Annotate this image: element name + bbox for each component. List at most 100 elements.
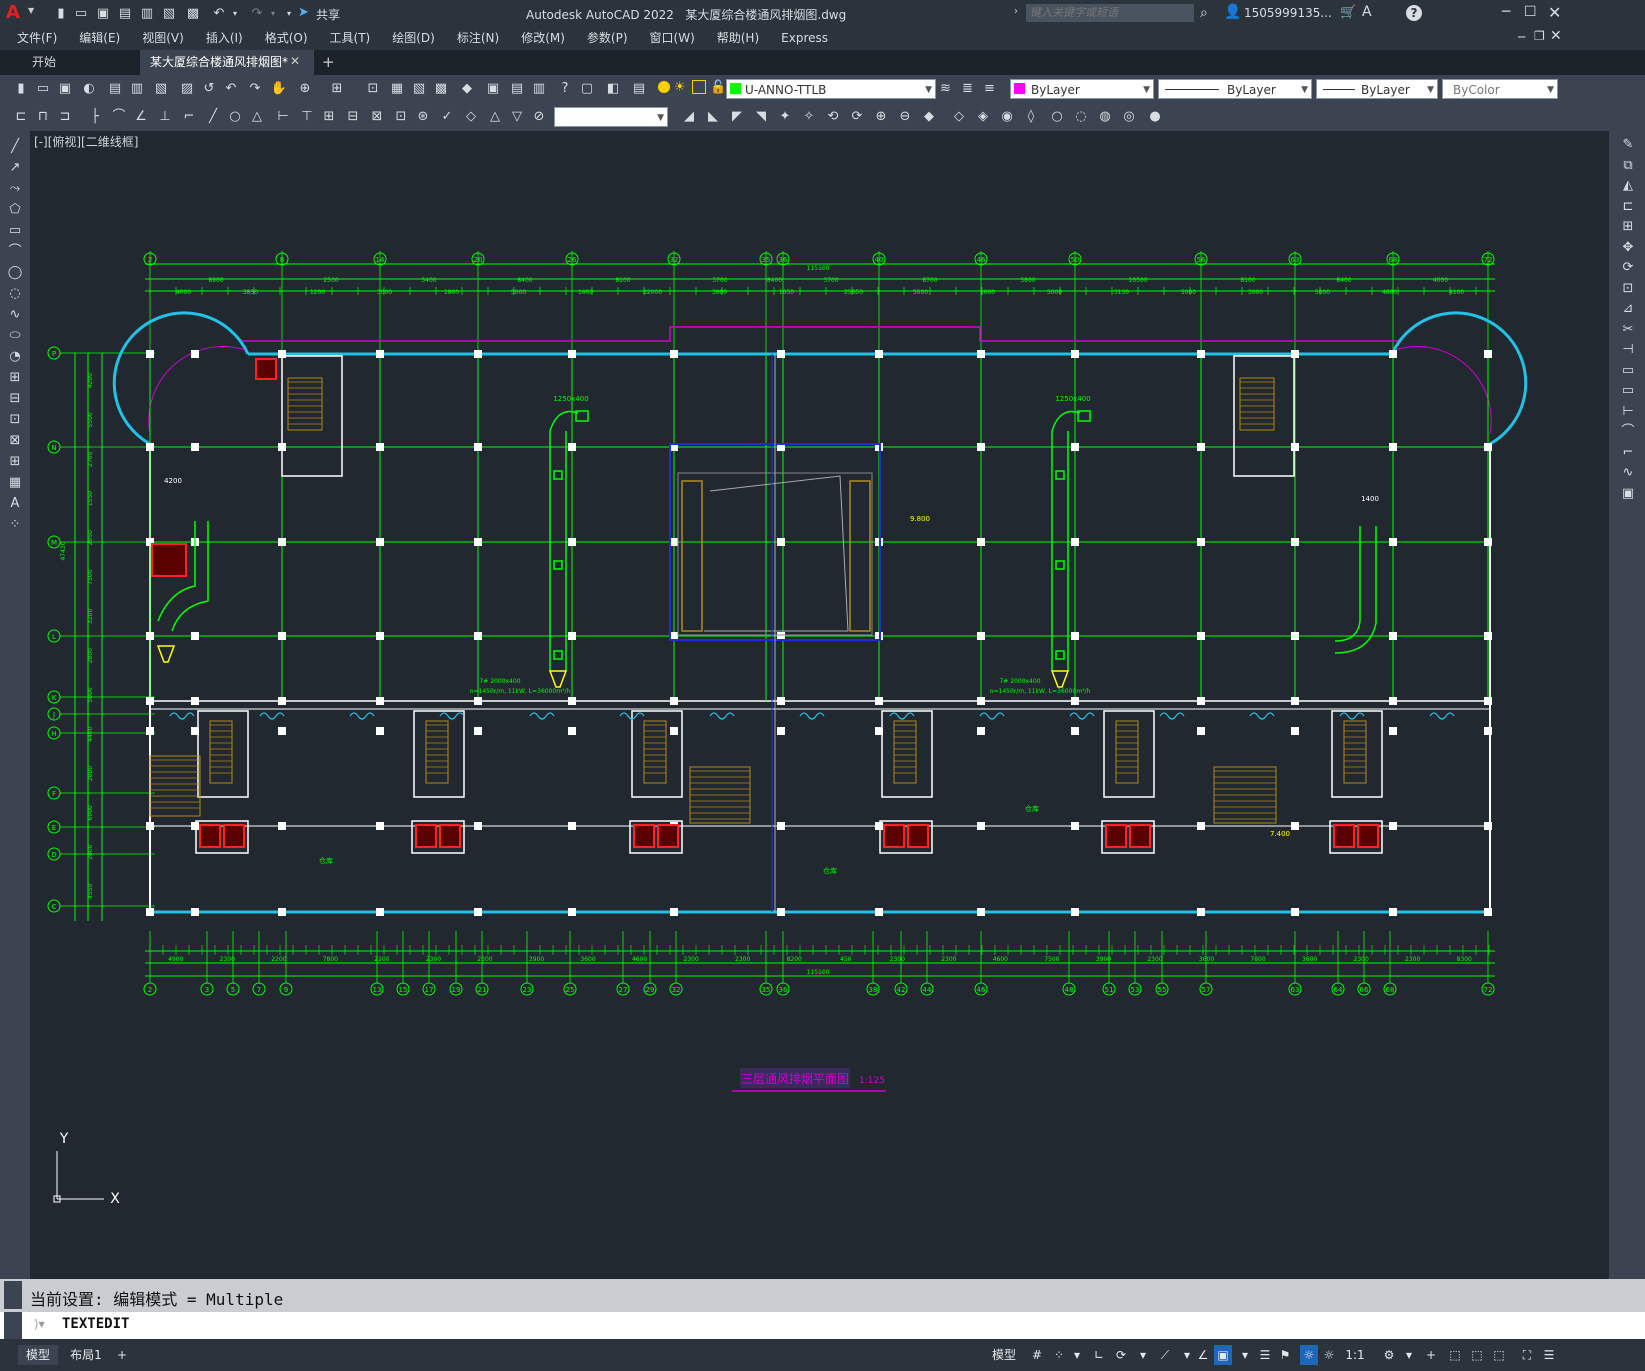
new-file-icon[interactable]: ▮ <box>52 6 70 22</box>
draw-tool-13-icon[interactable]: ⊡ <box>6 412 24 428</box>
dim-tool-21-icon[interactable]: ▽ <box>508 109 526 125</box>
draw-tool-4-icon[interactable]: ▭ <box>6 223 24 239</box>
autodesk-app-store-icon[interactable]: A <box>1362 4 1372 20</box>
dim-tool-16-icon[interactable]: ⊡ <box>392 109 410 125</box>
dim-tool-8-icon[interactable]: ╱ <box>204 109 222 125</box>
dim-tool-15-icon[interactable]: ⊠ <box>368 109 386 125</box>
tab-active-document[interactable]: 某大厦综合楼通风排烟图* <box>140 50 314 75</box>
layer-previous-icon[interactable]: ≡ <box>984 81 995 96</box>
status-toggle-13-icon[interactable]: ☼ <box>1300 1345 1318 1365</box>
modify-tool-9-icon[interactable]: ✂ <box>1619 322 1637 338</box>
make-current-layer-icon[interactable]: ≣ <box>962 81 973 96</box>
cart-icon[interactable]: 🛒 <box>1340 5 1356 20</box>
std-tool-9-icon[interactable]: ↶ <box>222 81 240 97</box>
status-toggle-2-icon[interactable]: ▾ <box>1068 1345 1086 1365</box>
std-tool-12-icon[interactable]: ⊕ <box>296 81 314 97</box>
dim-tool-42-icon[interactable]: ● <box>1146 109 1164 125</box>
std-tool-20-icon[interactable]: ▤ <box>508 81 526 97</box>
draw-tool-14-icon[interactable]: ⊠ <box>6 433 24 449</box>
command-grip[interactable] <box>4 1281 22 1309</box>
dim-tool-36-icon[interactable]: ◉ <box>998 109 1016 125</box>
status-toggle-14-icon[interactable]: ☼ <box>1320 1345 1338 1365</box>
open-file-icon[interactable]: ▭ <box>72 6 90 22</box>
modify-tool-14-icon[interactable]: ⌒ <box>1619 424 1637 440</box>
status-toggle-18-icon[interactable]: ⬚ <box>1446 1345 1464 1365</box>
std-tool-3-icon[interactable]: ◐ <box>80 81 98 97</box>
menu-item-4[interactable]: 格式(O) <box>254 27 319 50</box>
dim-tool-37-icon[interactable]: ◊ <box>1022 109 1040 125</box>
dim-tool-1-icon[interactable]: ⊓ <box>34 109 52 125</box>
annotation-scale-button[interactable]: 1:1 <box>1344 1345 1366 1365</box>
dim-tool-30-icon[interactable]: ⟳ <box>848 109 866 125</box>
dim-tool-22-icon[interactable]: ⊘ <box>530 109 548 125</box>
layer-properties-icon[interactable]: ≋ <box>940 81 951 96</box>
std-tool-19-icon[interactable]: ▣ <box>484 81 502 97</box>
status-toggle-11-icon[interactable]: ☰ <box>1256 1345 1274 1365</box>
status-toggle-5-icon[interactable]: ▾ <box>1134 1345 1152 1365</box>
std-tool-15-icon[interactable]: ▦ <box>388 81 406 97</box>
dim-tool-2-icon[interactable]: ⊐ <box>56 109 74 125</box>
dim-tool-28-icon[interactable]: ✧ <box>800 109 818 125</box>
menu-item-9[interactable]: 参数(P) <box>576 27 639 50</box>
tab-layout1[interactable]: 布局1 <box>64 1345 108 1365</box>
std-tool-10-icon[interactable]: ↷ <box>246 81 264 97</box>
user-icon[interactable]: 👤 <box>1224 4 1241 20</box>
std-tool-6-icon[interactable]: ▧ <box>152 81 170 97</box>
dim-tool-6-icon[interactable]: ⊥ <box>156 109 174 125</box>
dim-tool-35-icon[interactable]: ◈ <box>974 109 992 125</box>
draw-tool-6-icon[interactable]: ◯ <box>6 265 24 281</box>
modify-tool-11-icon[interactable]: ▭ <box>1619 363 1637 379</box>
modify-tool-6-icon[interactable]: ⟳ <box>1619 260 1637 276</box>
status-toggle-10-icon[interactable]: ▾ <box>1236 1345 1254 1365</box>
dim-tool-4-icon[interactable]: ⌒ <box>110 109 128 125</box>
modify-tool-2-icon[interactable]: ◭ <box>1619 178 1637 194</box>
draw-tool-11-icon[interactable]: ⊞ <box>6 370 24 386</box>
std-tool-8-icon[interactable]: ↺ <box>200 81 218 97</box>
std-tool-16-icon[interactable]: ▧ <box>410 81 428 97</box>
draw-tool-12-icon[interactable]: ⊟ <box>6 391 24 407</box>
menu-item-1[interactable]: 编辑(E) <box>68 27 131 50</box>
menu-item-6[interactable]: 绘图(D) <box>381 27 446 50</box>
dim-tool-23-icon[interactable]: ◢ <box>680 109 698 125</box>
menu-item-2[interactable]: 视图(V) <box>131 27 195 50</box>
save-as-icon[interactable]: ▤ <box>116 6 134 22</box>
menu-item-8[interactable]: 修改(M) <box>510 27 576 50</box>
dim-tool-5-icon[interactable]: ∠ <box>132 109 150 125</box>
std-tool-22-icon[interactable]: ? <box>556 81 574 97</box>
status-toggle-0-icon[interactable]: # <box>1028 1345 1046 1365</box>
std-tool-25-icon[interactable]: ▤ <box>630 81 648 97</box>
status-toggle-3-icon[interactable]: ∟ <box>1090 1345 1108 1365</box>
dim-tool-24-icon[interactable]: ◣ <box>704 109 722 125</box>
layer-dropdown[interactable]: U-ANNO-TTLB ▼ <box>726 79 936 99</box>
draw-tool-1-icon[interactable]: ↗ <box>6 160 24 176</box>
modify-tool-8-icon[interactable]: ⊿ <box>1619 301 1637 317</box>
status-toggle-4-icon[interactable]: ⟳ <box>1112 1345 1130 1365</box>
layer-lock-icon[interactable]: 🔓 <box>710 80 726 95</box>
dim-tool-14-icon[interactable]: ⊟ <box>344 109 362 125</box>
doc-restore-icon[interactable]: ❐ <box>1534 29 1545 43</box>
doc-minimize-icon[interactable]: ─ <box>1518 30 1525 44</box>
color-dropdown[interactable]: ByLayer ▼ <box>1010 79 1154 99</box>
std-tool-4-icon[interactable]: ▤ <box>106 81 124 97</box>
minimize-icon[interactable]: ─ <box>1502 4 1510 20</box>
modify-tool-12-icon[interactable]: ▭ <box>1619 383 1637 399</box>
dim-tool-13-icon[interactable]: ⊞ <box>320 109 338 125</box>
draw-tool-0-icon[interactable]: ╱ <box>6 139 24 155</box>
layer-on-icon[interactable] <box>658 81 670 93</box>
dim-tool-17-icon[interactable]: ⊛ <box>414 109 432 125</box>
dim-tool-26-icon[interactable]: ◥ <box>752 109 770 125</box>
menu-item-5[interactable]: 工具(T) <box>319 27 382 50</box>
maximize-icon[interactable]: ☐ <box>1524 4 1537 20</box>
status-toggle-9-icon[interactable]: ▣ <box>1214 1345 1232 1365</box>
search-input[interactable] <box>1026 4 1194 22</box>
menu-item-11[interactable]: 帮助(H) <box>706 27 770 50</box>
open-from-web-icon[interactable]: ▥ <box>138 6 156 22</box>
draw-tool-16-icon[interactable]: ▦ <box>6 475 24 491</box>
undo-dropdown-icon[interactable]: ▾ <box>226 6 244 22</box>
model-space-button[interactable]: 模型 <box>986 1345 1022 1365</box>
draw-tool-9-icon[interactable]: ⬭ <box>6 328 24 344</box>
modify-tool-15-icon[interactable]: ⌐ <box>1619 445 1637 461</box>
menu-item-12[interactable]: Express <box>770 27 839 50</box>
std-tool-13-icon[interactable]: ⊞ <box>328 81 346 97</box>
dim-tool-0-icon[interactable]: ⊏ <box>12 109 30 125</box>
